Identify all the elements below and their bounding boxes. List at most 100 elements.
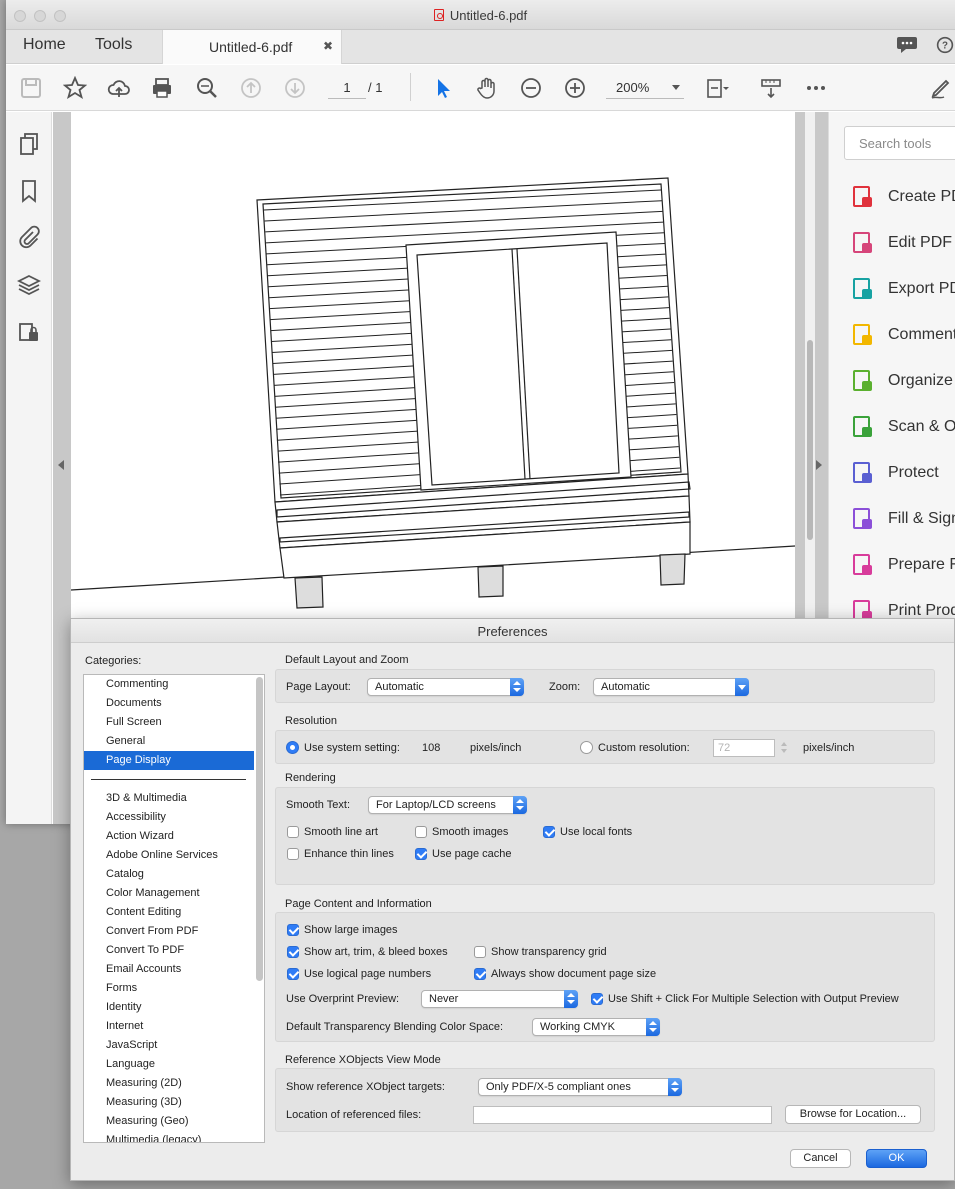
category-item[interactable]: General — [84, 732, 254, 751]
zoom-in-button[interactable] — [562, 75, 588, 101]
ok-button[interactable]: OK — [866, 1149, 927, 1168]
use-logical-page-numbers-checkbox[interactable] — [287, 968, 299, 980]
overprint-select[interactable]: Never — [421, 990, 578, 1008]
show-transparency-grid-label: Show transparency grid — [491, 946, 607, 958]
categories-scrollbar[interactable] — [256, 677, 263, 981]
category-item[interactable]: Convert From PDF — [84, 922, 254, 941]
category-item[interactable]: Email Accounts — [84, 960, 254, 979]
category-item[interactable]: Identity — [84, 998, 254, 1017]
smooth-text-select[interactable]: For Laptop/LCD screens — [368, 796, 527, 814]
bookmark-star-button[interactable] — [62, 75, 88, 101]
custom-resolution-radio[interactable] — [580, 741, 593, 754]
page-thumbnails-icon[interactable] — [17, 132, 41, 156]
category-item[interactable]: Accessibility — [84, 808, 254, 827]
security-document-icon[interactable] — [17, 320, 41, 344]
category-item[interactable]: 3D & Multimedia — [84, 789, 254, 808]
previous-page-button[interactable] — [238, 75, 264, 101]
category-item[interactable]: Content Editing — [84, 903, 254, 922]
categories-list[interactable]: Commenting Documents Full Screen General Pag… — [83, 674, 265, 1143]
category-item[interactable]: Color Management — [84, 884, 254, 903]
attachments-icon[interactable] — [17, 225, 41, 249]
collapse-left-panel-icon[interactable] — [58, 460, 64, 470]
category-item[interactable]: Multimedia (legacy) — [84, 1131, 254, 1142]
document-tab-label: Untitled-6.pdf — [209, 39, 293, 55]
show-art-trim-checkbox[interactable] — [287, 946, 299, 958]
location-input[interactable] — [473, 1106, 772, 1124]
scrollbar-thumb[interactable] — [807, 340, 813, 540]
browse-location-button[interactable]: Browse for Location... — [785, 1105, 921, 1124]
category-item[interactable]: Full Screen — [84, 713, 254, 732]
enhance-thin-lines-checkbox[interactable] — [287, 848, 299, 860]
show-large-images-checkbox[interactable] — [287, 924, 299, 936]
category-item[interactable]: Measuring (2D) — [84, 1074, 254, 1093]
category-item[interactable]: Convert To PDF — [84, 941, 254, 960]
tool-item[interactable]: Organize P — [851, 369, 955, 395]
tool-item[interactable]: Edit PDF — [851, 231, 955, 257]
tab-home[interactable]: Home — [23, 36, 66, 54]
use-system-setting-radio[interactable] — [286, 741, 299, 754]
save-button[interactable] — [18, 75, 44, 101]
category-item[interactable]: Action Wizard — [84, 827, 254, 846]
xobjects-title: Reference XObjects View Mode — [285, 1054, 441, 1066]
tool-item[interactable]: Fill & Sign — [851, 507, 955, 533]
always-show-page-size-checkbox[interactable] — [474, 968, 486, 980]
smooth-line-art-checkbox[interactable] — [287, 826, 299, 838]
category-item[interactable]: Forms — [84, 979, 254, 998]
hand-tool-button[interactable] — [474, 75, 500, 101]
page-number-input[interactable]: 1 — [328, 77, 366, 99]
more-dots-icon — [807, 86, 825, 90]
print-button[interactable] — [149, 75, 175, 101]
select-tool-button[interactable] — [430, 75, 456, 101]
xobject-targets-select[interactable]: Only PDF/X-5 compliant ones — [478, 1078, 682, 1096]
collapse-right-panel-icon[interactable] — [816, 460, 822, 470]
edit-pdf-icon — [853, 232, 872, 253]
chat-icon[interactable] — [896, 36, 918, 54]
category-item[interactable]: Commenting — [84, 675, 254, 694]
tool-item-label: Protect — [888, 464, 939, 481]
blending-select[interactable]: Working CMYK — [532, 1018, 660, 1036]
zoom-select[interactable]: Automatic — [593, 678, 749, 696]
zoom-search-button[interactable] — [194, 75, 220, 101]
zoom-level-select[interactable]: 200% — [606, 77, 684, 99]
tab-tools[interactable]: Tools — [95, 36, 132, 54]
category-item[interactable]: Language — [84, 1055, 254, 1074]
plus-circle-icon — [565, 78, 585, 98]
category-item[interactable]: Page Display — [84, 751, 254, 770]
help-icon[interactable]: ? — [934, 36, 955, 54]
shift-click-checkbox[interactable] — [591, 993, 603, 1005]
custom-resolution-input[interactable]: 72 — [713, 739, 775, 757]
close-tab-icon[interactable]: ✖ — [323, 39, 333, 53]
tab-document[interactable]: Untitled-6.pdf ✖ — [162, 30, 342, 64]
zoom-out-button[interactable] — [518, 75, 544, 101]
tool-item[interactable]: Export PD — [851, 277, 955, 303]
tool-item[interactable]: Create PD — [851, 185, 955, 211]
resolution-stepper[interactable] — [780, 739, 789, 757]
use-page-cache-checkbox[interactable] — [415, 848, 427, 860]
cancel-button[interactable]: Cancel — [790, 1149, 851, 1168]
category-item[interactable]: Catalog — [84, 865, 254, 884]
upload-button[interactable] — [106, 75, 132, 101]
tool-item[interactable]: Scan & OC — [851, 415, 955, 441]
category-item[interactable]: Measuring (Geo) — [84, 1112, 254, 1131]
more-tools-button[interactable] — [803, 75, 829, 101]
category-item[interactable]: Adobe Online Services — [84, 846, 254, 865]
category-item[interactable]: JavaScript — [84, 1036, 254, 1055]
smooth-images-checkbox[interactable] — [415, 826, 427, 838]
category-item[interactable]: Measuring (3D) — [84, 1093, 254, 1112]
measure-tool-button[interactable] — [758, 75, 784, 101]
tool-item[interactable]: Prepare Fo — [851, 553, 955, 579]
use-local-fonts-checkbox[interactable] — [543, 826, 555, 838]
bookmarks-icon[interactable] — [17, 179, 41, 203]
tool-item[interactable]: Protect — [851, 461, 955, 487]
next-page-button[interactable] — [282, 75, 308, 101]
page-layout-select[interactable]: Automatic — [367, 678, 524, 696]
show-transparency-grid-checkbox[interactable] — [474, 946, 486, 958]
page-fit-button[interactable] — [704, 75, 730, 101]
category-item[interactable]: Documents — [84, 694, 254, 713]
window-title: Untitled-6.pdf — [6, 8, 955, 23]
layers-icon[interactable] — [17, 273, 41, 297]
sign-button[interactable] — [928, 75, 954, 101]
search-tools-input[interactable]: Search tools — [844, 126, 955, 160]
category-item[interactable]: Internet — [84, 1017, 254, 1036]
tool-item[interactable]: Comment — [851, 323, 955, 349]
